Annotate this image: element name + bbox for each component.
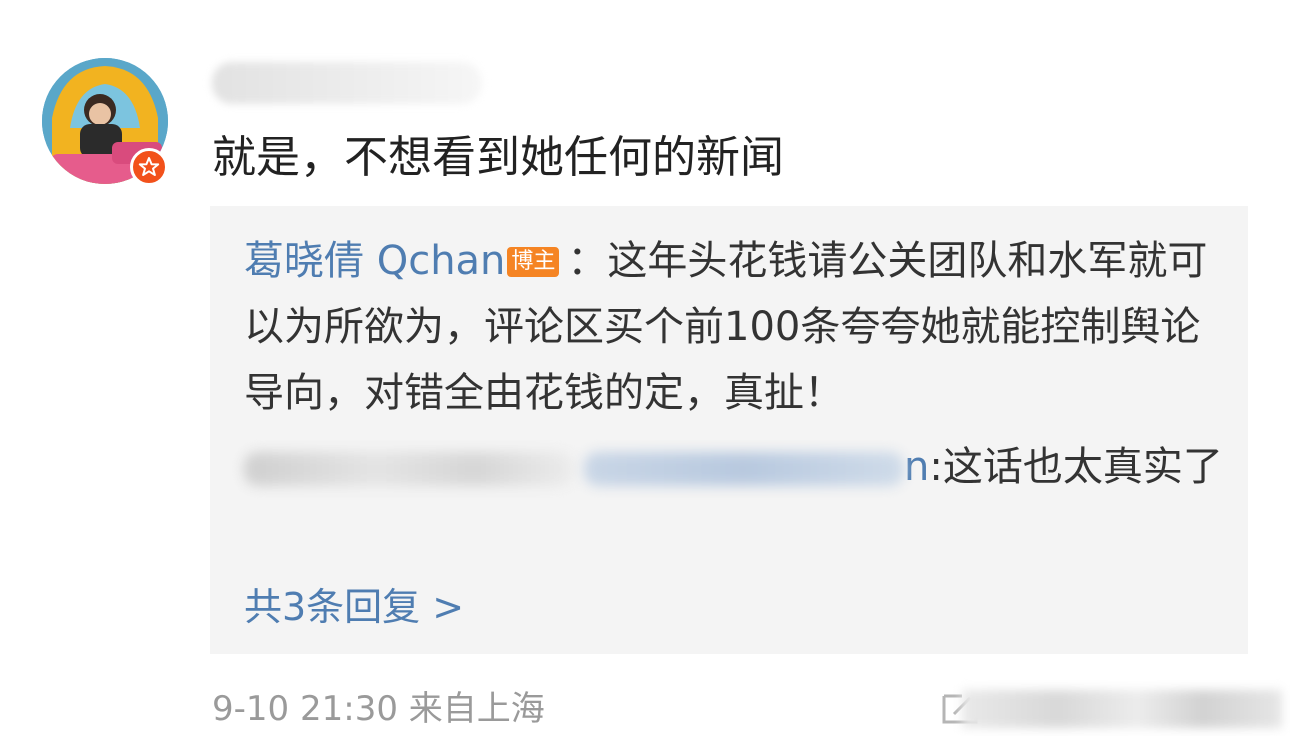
verified-star-icon bbox=[130, 148, 168, 186]
comment-source: 来自上海 bbox=[408, 689, 545, 729]
comment-text: 就是，不想看到她任何的新闻 bbox=[212, 132, 784, 183]
reply-box[interactable]: 葛晓倩 Qchan 博主 ：这年头花钱请公关团队和水军就可以为所欲为，评论区买个前1… bbox=[210, 206, 1248, 654]
username-redacted[interactable] bbox=[212, 62, 482, 104]
action-bar-redacted[interactable] bbox=[962, 690, 1282, 728]
reply-separator: ： bbox=[567, 238, 608, 284]
reply-target-name-tail[interactable]: n bbox=[904, 444, 929, 490]
more-replies-link[interactable]: 共3条回复 > bbox=[244, 582, 464, 632]
comment-meta: 9-10 21:30 来自上海 bbox=[212, 686, 545, 732]
reply-item: 葛晓倩 Qchan 博主 ：这年头花钱请公关团队和水军就可以为所欲为，评论区买个前1… bbox=[244, 228, 1234, 426]
blogger-badge: 博主 bbox=[507, 247, 560, 277]
reply-author-link[interactable]: 葛晓倩 Qchan bbox=[244, 238, 505, 284]
redacted-reply-author[interactable] bbox=[244, 452, 574, 486]
reply-text: :这话也太真实了 bbox=[929, 444, 1223, 490]
comment-time: 9-10 21:30 bbox=[212, 689, 398, 729]
redacted-reply-target[interactable] bbox=[584, 452, 904, 486]
reply-item: n:这话也太真实了 bbox=[244, 434, 1234, 500]
